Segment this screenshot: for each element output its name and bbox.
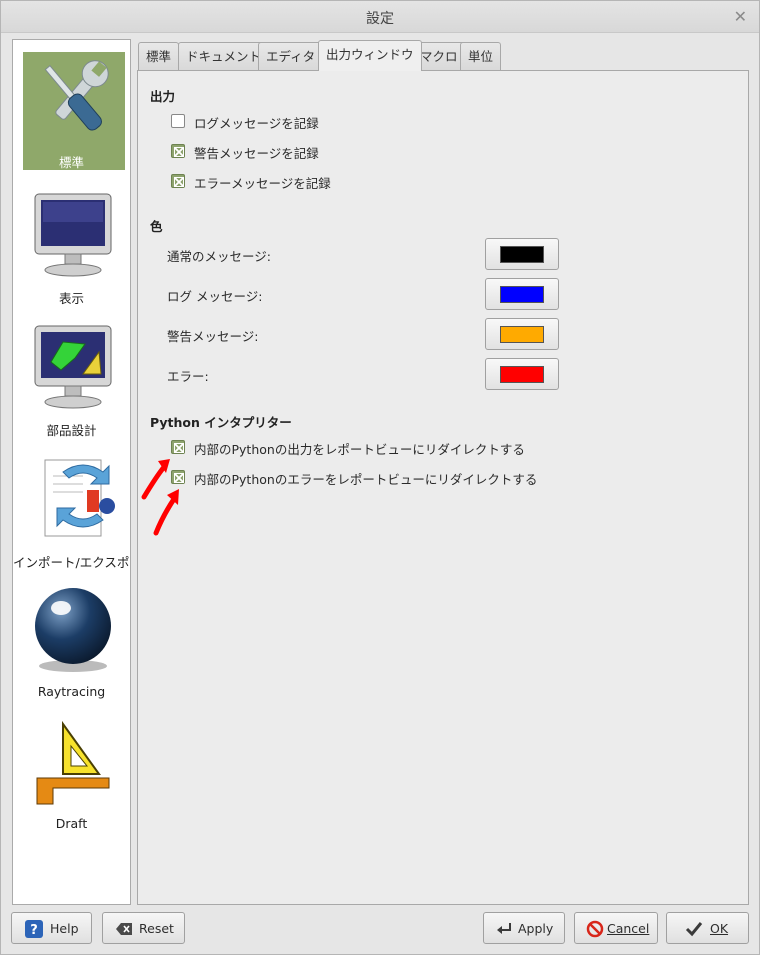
sidebar-item-raytracing[interactable]: Raytracing — [13, 576, 130, 700]
apply-button[interactable]: Apply — [483, 912, 565, 944]
output-window-panel: 出力 ログメッセージを記録 警告メッセージを記録 エラーメッセージを記録 色 通… — [137, 70, 749, 905]
enter-arrow-icon — [497, 923, 511, 934]
checkbox-box[interactable] — [171, 440, 185, 454]
color-swatch — [500, 326, 544, 343]
checkbox-label: 内部のPythonのエラーをレポートビューにリダイレクトする — [194, 472, 538, 487]
error-message-color-button[interactable] — [485, 358, 559, 390]
sidebar-item-label: 部品設計 — [46, 423, 97, 438]
error-message-color-label: エラー: — [167, 369, 209, 384]
cancel-icon — [586, 920, 604, 938]
sidebar-item-label: 標準 — [58, 155, 84, 170]
colors-section-title: 色 — [150, 219, 163, 234]
sidebar-item-label: 表示 — [58, 291, 84, 306]
sidebar-item-part-design[interactable]: 部品設計 — [13, 312, 130, 438]
checkbox-label: ログメッセージを記録 — [194, 116, 319, 131]
sidebar-item-display[interactable]: 表示 — [13, 180, 130, 306]
sidebar-item-label: Draft — [55, 816, 88, 831]
log-message-color-button[interactable] — [485, 278, 559, 310]
checkbox-box[interactable] — [171, 144, 185, 158]
warning-message-color-label: 警告メッセージ: — [167, 329, 259, 344]
close-icon[interactable]: ✕ — [734, 7, 747, 26]
color-swatch — [500, 246, 544, 263]
checkmark-icon — [685, 922, 703, 937]
ok-button-label: OK — [710, 921, 729, 936]
tab-general[interactable]: 標準 — [138, 42, 180, 70]
help-icon: ? — [25, 920, 43, 938]
draft-icon — [36, 720, 110, 805]
checkbox-box[interactable] — [171, 174, 185, 188]
checkbox-label: 警告メッセージを記録 — [194, 146, 319, 161]
part-design-icon — [34, 325, 112, 409]
color-swatch — [500, 366, 544, 383]
normal-message-color-label: 通常のメッセージ: — [167, 249, 271, 264]
sidebar-item-general[interactable]: 標準 — [13, 40, 130, 170]
tab-units[interactable]: 単位 — [460, 42, 502, 70]
category-sidebar: 標準 表示 部品設計 インポート/エクスポ Raytracing Draft — [12, 39, 131, 905]
python-section-title: Python インタプリター — [150, 415, 292, 430]
reset-button-label: Reset — [139, 921, 174, 936]
preferences-dialog: 設定 ✕ 標準 表示 部品設計 インポート/エクスポ Raytracing Dr… — [0, 0, 760, 955]
tab-editor[interactable]: エディタ — [258, 42, 324, 70]
warning-message-color-button[interactable] — [485, 318, 559, 350]
apply-button-label: Apply — [518, 921, 554, 936]
color-swatch — [500, 286, 544, 303]
backspace-icon — [116, 923, 132, 935]
sidebar-item-import-export[interactable]: インポート/エクスポート — [13, 444, 130, 570]
tab-output-window[interactable]: 出力ウィンドウ — [318, 40, 422, 71]
help-button-label: Help — [50, 921, 79, 936]
cancel-button-label: Cancel — [607, 921, 650, 936]
log-message-color-label: ログ メッセージ: — [167, 289, 263, 304]
checkbox-box[interactable] — [171, 114, 185, 128]
sidebar-item-draft[interactable]: Draft — [13, 708, 130, 832]
svg-text:?: ? — [30, 923, 38, 938]
tab-document[interactable]: ドキュメント — [178, 42, 270, 70]
red-arrow-annotation — [153, 489, 179, 536]
monitor-icon — [34, 193, 112, 277]
help-button[interactable]: ? Help — [11, 912, 92, 944]
tools-icon — [44, 60, 109, 131]
checkbox-label: 内部のPythonの出力をレポートビューにリダイレクトする — [194, 442, 525, 457]
ok-button[interactable]: OK — [666, 912, 749, 944]
raytracing-sphere-icon — [35, 588, 111, 672]
title-bar[interactable]: 設定 ✕ — [1, 1, 759, 33]
reset-button[interactable]: Reset — [102, 912, 185, 944]
cancel-button[interactable]: Cancel — [574, 912, 658, 944]
output-section-title: 出力 — [150, 89, 176, 104]
sidebar-item-label: Raytracing — [37, 684, 106, 699]
normal-message-color-button[interactable] — [485, 238, 559, 270]
window-title: 設定 — [366, 11, 394, 27]
import-export-icon — [44, 459, 115, 537]
sidebar-item-label: インポート/エクスポート — [13, 555, 130, 570]
checkbox-label: エラーメッセージを記録 — [194, 176, 331, 191]
